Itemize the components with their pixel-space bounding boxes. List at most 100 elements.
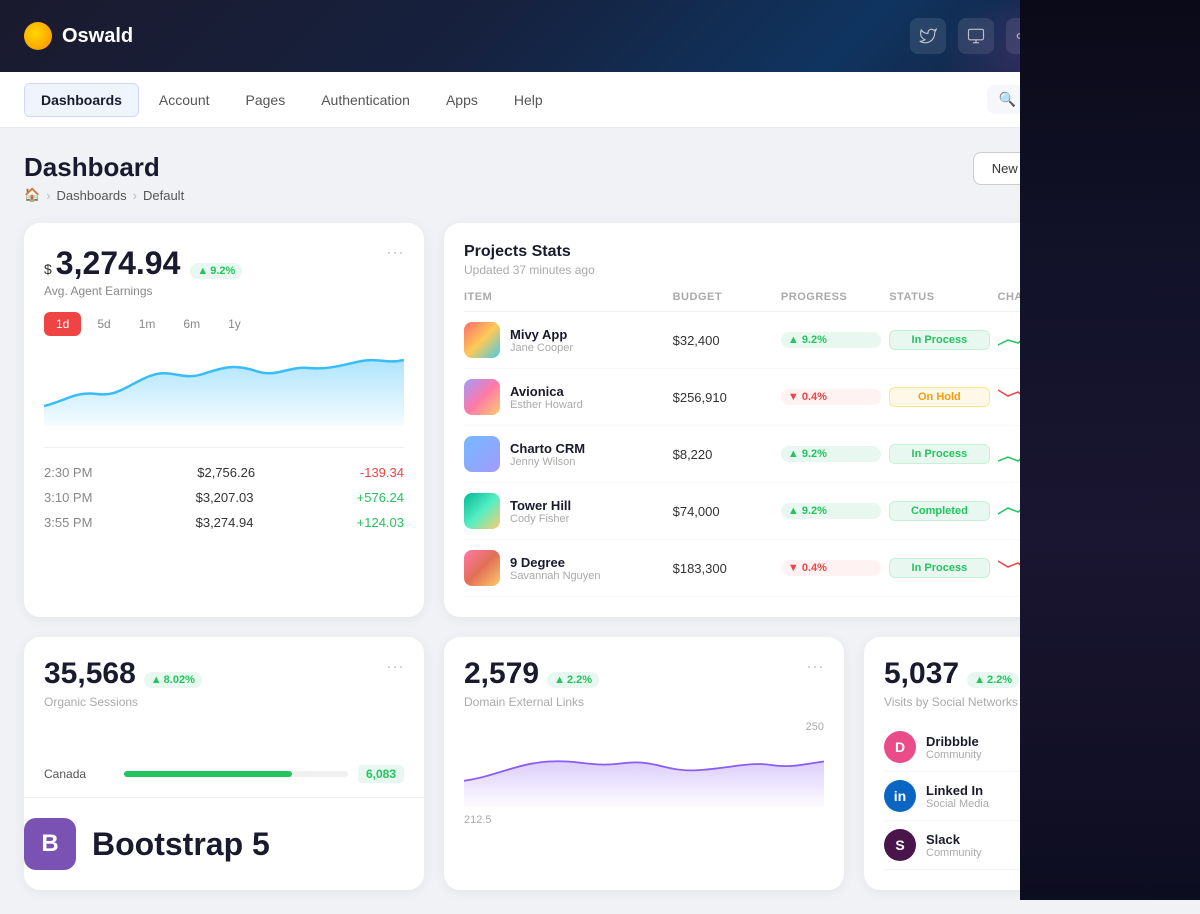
earnings-amount-row: $ 3,274.94 ▲ 9.2%	[44, 245, 242, 282]
logo-icon	[24, 22, 52, 50]
organic-sessions-more[interactable]: ···	[386, 657, 404, 675]
project-row-tower: Tower Hill Cody Fisher $74,000 ▲ 9.2% Co…	[464, 483, 1156, 540]
project-progress-tower: ▲ 9.2%	[781, 503, 881, 519]
search-icon: 🔍	[999, 91, 1016, 108]
top-navigation: Oswald JD + Invite	[0, 0, 1200, 72]
domain-links-header: 2,579 ▲ 2.2% Domain External Links ···	[464, 657, 824, 709]
slack-count: 794	[1067, 837, 1090, 853]
social-networks-card: 5,037 ▲ 2.2% Visits by Social Networks ·…	[864, 637, 1176, 890]
project-progress-9degree: ▼ 0.4%	[781, 560, 881, 576]
project-view-avionica[interactable]: →	[1106, 384, 1132, 410]
country-bars: Canada 6,083	[44, 759, 404, 789]
social-row-linkedin: in Linked In Social Media 1,088 ▼ 0.4%	[884, 772, 1156, 821]
nav-icon-share[interactable]	[1006, 18, 1042, 54]
share-icon	[1015, 27, 1033, 45]
domain-links-label: Domain External Links	[464, 695, 599, 709]
earnings-badge: ▲ 9.2%	[190, 263, 242, 279]
nav-item-apps[interactable]: Apps	[430, 84, 494, 116]
projects-title: Projects Stats	[464, 243, 595, 261]
project-budget-avionica: $256,910	[673, 390, 773, 405]
linkedin-count: 1,088	[1055, 788, 1090, 804]
time-tab-5d[interactable]: 5d	[85, 312, 122, 336]
main-navigation: Dashboards Account Pages Authentication …	[0, 72, 1200, 128]
project-info-tower: Tower Hill Cody Fisher	[510, 498, 571, 525]
project-budget-charto: $8,220	[673, 447, 773, 462]
organic-sessions-number-row: 35,568 ▲ 8.02%	[44, 657, 202, 691]
row-change-3: +124.03	[357, 515, 404, 530]
breadcrumb-default: Default	[143, 188, 184, 203]
breadcrumb-dashboards[interactable]: Dashboards	[57, 188, 127, 203]
row-amount-2: $3,207.03	[196, 490, 254, 505]
project-view-mivy[interactable]: →	[1106, 327, 1132, 353]
project-name-tower: Tower Hill	[510, 498, 571, 513]
nav-item-account[interactable]: Account	[143, 84, 226, 116]
project-person-charto: Jenny Wilson	[510, 456, 585, 468]
nav-item-pages[interactable]: Pages	[230, 84, 302, 116]
project-person-mivy: Jane Cooper	[510, 342, 573, 354]
nav-item-help[interactable]: Help	[498, 84, 559, 116]
time-tab-1m[interactable]: 1m	[127, 312, 168, 336]
project-info-mivy: Mivy App Jane Cooper	[510, 327, 573, 354]
country-value-canada: 6,083	[358, 765, 404, 783]
social-more[interactable]: ···	[1138, 657, 1156, 675]
project-info-charto: Charto CRM Jenny Wilson	[510, 441, 585, 468]
time-tab-1d[interactable]: 1d	[44, 312, 81, 336]
project-status-mivy: In Process	[889, 330, 989, 350]
new-project-button[interactable]: New Project	[973, 152, 1081, 185]
row-time-3: 3:55 PM	[44, 515, 92, 530]
dribbble-name: Dribbble	[926, 734, 982, 749]
project-view-tower[interactable]: →	[1106, 498, 1132, 524]
country-bar-canada	[124, 771, 348, 777]
projects-header: Projects Stats Updated 37 minutes ago Hi…	[464, 243, 1156, 277]
col-progress: PROGRESS	[781, 291, 881, 303]
user-avatar[interactable]: JD	[1054, 18, 1090, 54]
page-header: Dashboard 🏠 › Dashboards › Default New P…	[24, 152, 1176, 203]
project-info-9degree: 9 Degree Savannah Nguyen	[510, 555, 601, 582]
project-row-avionica: Avionica Esther Howard $256,910 ▼ 0.4% O…	[464, 369, 1156, 426]
history-button[interactable]: History	[1091, 243, 1156, 267]
project-row-charto: Charto CRM Jenny Wilson $8,220 ▲ 9.2% In…	[464, 426, 1156, 483]
projects-stats-card: Projects Stats Updated 37 minutes ago Hi…	[444, 223, 1176, 617]
time-tab-6m[interactable]: 6m	[171, 312, 212, 336]
project-icon-9degree	[464, 550, 500, 586]
col-view: VIEW	[1106, 291, 1156, 303]
time-tab-1y[interactable]: 1y	[216, 312, 253, 336]
dribbble-info: Dribbble Community	[926, 734, 982, 761]
row-amount-3: $3,274.94	[196, 515, 254, 530]
row-change-2: +576.24	[357, 490, 404, 505]
project-icon-charto	[464, 436, 500, 472]
row-time-1: 2:30 PM	[44, 465, 92, 480]
breadcrumb-sep1: ›	[46, 188, 50, 203]
project-view-charto[interactable]: →	[1106, 441, 1132, 467]
breadcrumb: 🏠 › Dashboards › Default	[24, 187, 184, 203]
project-row-9degree: 9 Degree Savannah Nguyen $183,300 ▼ 0.4%…	[464, 540, 1156, 597]
reports-button[interactable]: Reports	[1091, 152, 1176, 185]
project-view-9degree[interactable]: →	[1106, 555, 1132, 581]
dribbble-sub: Community	[926, 749, 982, 761]
domain-links-more[interactable]: ···	[806, 657, 824, 675]
search-input[interactable]	[1024, 92, 1164, 107]
row-amount-1: $2,756.26	[197, 465, 255, 480]
organic-sessions-card: 35,568 ▲ 8.02% Organic Sessions ··· Cana…	[24, 637, 424, 890]
dribbble-icon: D	[884, 731, 916, 763]
social-number-row: 5,037 ▲ 2.2%	[884, 657, 1019, 691]
nav-item-dashboards[interactable]: Dashboards	[24, 83, 139, 117]
projects-title-wrap: Projects Stats Updated 37 minutes ago	[464, 243, 595, 277]
earnings-row-2: 3:10 PM $3,207.03 +576.24	[44, 485, 404, 510]
project-status-charto: In Process	[889, 444, 989, 464]
social-header: 5,037 ▲ 2.2% Visits by Social Networks ·…	[884, 657, 1156, 709]
earnings-card: $ 3,274.94 ▲ 9.2% Avg. Agent Earnings ··…	[24, 223, 424, 617]
country-name-canada: Canada	[44, 767, 114, 781]
earnings-more-button[interactable]: ···	[386, 243, 404, 261]
col-budget: BUDGET	[673, 291, 773, 303]
bootstrap-letter: B	[41, 830, 58, 858]
breadcrumb-sep2: ›	[133, 188, 137, 203]
invite-button[interactable]: + Invite	[1102, 21, 1176, 52]
nav-icon-bird[interactable]	[910, 18, 946, 54]
nav-icon-monitor[interactable]	[958, 18, 994, 54]
earnings-amount: 3,274.94	[56, 245, 181, 282]
nav-item-authentication[interactable]: Authentication	[305, 84, 426, 116]
logo[interactable]: Oswald	[24, 22, 133, 50]
project-chart-avionica	[998, 382, 1068, 412]
earnings-chart-svg	[44, 346, 404, 426]
